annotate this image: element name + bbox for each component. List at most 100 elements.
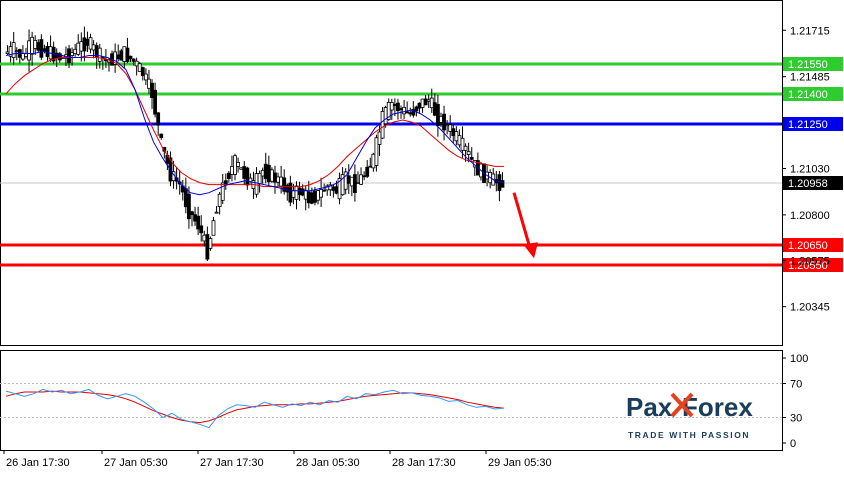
- candle-body: [236, 162, 240, 167]
- paxforex-logo: Pax Forex TRADE WITH PASSION: [626, 392, 753, 440]
- candle-body: [116, 54, 121, 60]
- time-tick-label: 28 Jan 17:30: [392, 457, 456, 469]
- candle-body: [426, 99, 431, 102]
- price-tick-label: 1.20345: [790, 302, 830, 314]
- candle-body: [356, 181, 360, 184]
- candle-body: [143, 73, 148, 81]
- candle-body: [392, 104, 397, 106]
- candle-body: [374, 137, 379, 166]
- candle-body: [82, 37, 87, 52]
- level-label: 1.21250: [788, 119, 828, 131]
- candle-body: [454, 131, 459, 142]
- candle-body: [134, 60, 139, 67]
- candle-body: [183, 188, 188, 208]
- candle-body: [279, 176, 284, 187]
- time-tick-label: 27 Jan 05:30: [104, 457, 168, 469]
- candle-body: [346, 175, 351, 184]
- candle-body: [334, 186, 339, 194]
- candle-body: [402, 106, 406, 115]
- time-tick-label: 27 Jan 17:30: [200, 457, 264, 469]
- candle-body: [436, 104, 440, 126]
- candle-body: [137, 63, 142, 72]
- candle-body: [383, 107, 388, 125]
- candle-body: [245, 167, 250, 186]
- candle-body: [140, 67, 145, 77]
- level-label: 1.21400: [788, 89, 828, 101]
- candle-body: [239, 167, 244, 170]
- candle-body: [445, 124, 450, 127]
- candle-body: [24, 53, 28, 57]
- candle-body: [432, 102, 437, 116]
- candle-body: [365, 166, 370, 177]
- candle-body: [128, 55, 133, 60]
- candle-body: [303, 189, 308, 200]
- candle-body: [288, 182, 293, 203]
- time-tick-label: 29 Jan 05:30: [488, 457, 552, 469]
- candle-body: [322, 189, 327, 192]
- candle-body: [159, 133, 164, 138]
- candle-body: [30, 36, 35, 55]
- candle-body: [359, 174, 363, 185]
- candle-body: [399, 108, 403, 110]
- price-tick-label: 1.20575: [790, 255, 830, 267]
- candle-body: [147, 78, 151, 89]
- candle-body: [208, 238, 213, 249]
- candle-body: [153, 89, 157, 115]
- candle-body: [21, 52, 25, 60]
- candle-body: [266, 164, 271, 183]
- candle-body: [349, 176, 354, 187]
- candle-body: [420, 98, 425, 108]
- logo-tagline: TRADE WITH PASSION: [628, 430, 750, 440]
- candle-body: [122, 46, 127, 62]
- candle-body: [353, 174, 357, 193]
- candle-body: [466, 151, 471, 155]
- candle-body: [119, 50, 124, 61]
- candle-body: [27, 40, 31, 61]
- candle-body: [460, 137, 465, 151]
- chart-container: 1.21550 1.21400 1.21250 1.20650 1.20550 1.209…: [0, 0, 844, 472]
- candle-body: [417, 102, 422, 109]
- time-tick-label: 26 Jan 17:30: [6, 457, 70, 469]
- candle-body: [79, 41, 84, 52]
- candle-body: [463, 145, 468, 151]
- level-label: 1.20650: [788, 240, 828, 252]
- candle-body: [423, 98, 428, 106]
- candle-body: [11, 42, 16, 58]
- candle-body: [254, 173, 259, 195]
- candle-body: [150, 82, 154, 99]
- candle-body: [319, 189, 323, 198]
- logo-pax-text: Pax: [626, 392, 673, 422]
- candle-body: [220, 182, 225, 201]
- candle-body: [331, 186, 336, 191]
- candle-body: [457, 135, 462, 146]
- candle-body: [14, 50, 19, 53]
- candle-body: [469, 156, 474, 160]
- candle-body: [371, 153, 376, 169]
- candle-body: [202, 234, 207, 242]
- candle-body: [85, 38, 90, 46]
- candle-body: [368, 165, 373, 168]
- candle-body: [414, 106, 419, 112]
- candle-body: [451, 128, 456, 137]
- price-tick-label: 1.20800: [790, 210, 830, 222]
- candle-body: [377, 131, 382, 145]
- candle-body: [125, 47, 130, 62]
- candle-body: [187, 193, 191, 220]
- price-axis: 1.215501.214001.212501.206501.205501.209…: [782, 25, 843, 314]
- candle-body: [362, 175, 367, 178]
- candle-body: [73, 48, 78, 54]
- current-price-label: 1.20958: [788, 178, 828, 190]
- candle-body: [297, 187, 302, 195]
- level-label: 1.21550: [788, 59, 828, 71]
- candle-body: [448, 124, 453, 132]
- candle-body: [39, 39, 44, 58]
- candle-body: [405, 111, 410, 114]
- candle-body: [5, 51, 10, 55]
- candle-body: [260, 169, 265, 177]
- candle-body: [380, 110, 385, 139]
- time-axis: 26 Jan 17:30 27 Jan 05:30 27 Jan 17:30 28 J…: [3, 450, 552, 469]
- oscillator-tick-label: 30: [790, 413, 802, 425]
- candle-body: [294, 185, 299, 200]
- candle-body: [33, 39, 38, 49]
- candle-body: [217, 193, 222, 207]
